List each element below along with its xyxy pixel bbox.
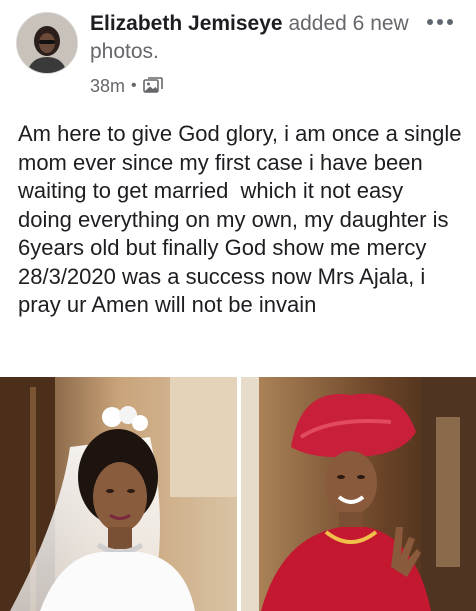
meta-separator: • xyxy=(131,77,137,94)
author-name[interactable]: Elizabeth Jemiseye xyxy=(90,12,283,35)
more-options-icon[interactable] xyxy=(422,10,458,34)
post-header: Elizabeth Jemiseye added 6 new photos. 3… xyxy=(0,0,476,110)
avatar-image xyxy=(17,13,77,73)
more-dot xyxy=(427,19,433,25)
post-headline: Elizabeth Jemiseye added 6 new photos. xyxy=(90,10,410,66)
bride-white-veil-photo[interactable] xyxy=(0,377,237,611)
more-dot xyxy=(447,19,453,25)
bride-red-gele-photo[interactable] xyxy=(241,377,476,611)
more-dot xyxy=(437,19,443,25)
post-meta: 38m • xyxy=(90,74,163,98)
post-time[interactable]: 38m xyxy=(90,76,125,97)
author-avatar[interactable] xyxy=(16,12,78,74)
post-body: Am here to give God glory, i am once a s… xyxy=(18,121,468,317)
photos-icon xyxy=(142,77,163,95)
